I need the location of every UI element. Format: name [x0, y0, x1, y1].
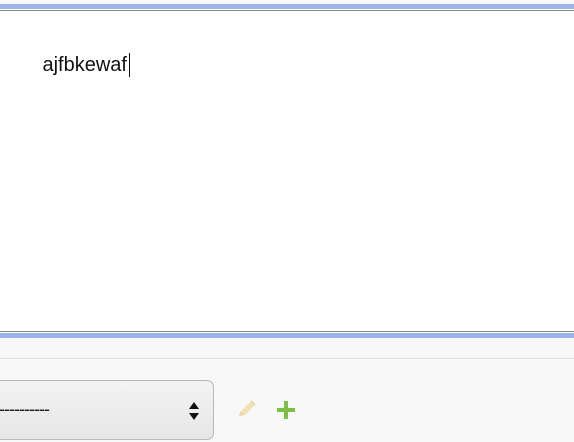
select-value: ---------- — [0, 399, 50, 419]
pencil-icon[interactable] — [234, 398, 258, 422]
text-caret — [128, 53, 130, 77]
editor-content[interactable]: ajfbkewaf — [0, 29, 130, 101]
text-editor-frame: ajfbkewaf — [0, 4, 574, 338]
editor-text: ajfbkewaf — [42, 54, 127, 76]
option-select[interactable]: ---------- — [0, 380, 214, 440]
section-divider — [0, 358, 574, 359]
form-stage: ajfbkewaf ---------- — [0, 0, 574, 442]
text-editor[interactable]: ajfbkewaf — [0, 10, 574, 332]
up-down-arrows-icon — [189, 402, 199, 420]
plus-icon[interactable] — [274, 398, 298, 422]
